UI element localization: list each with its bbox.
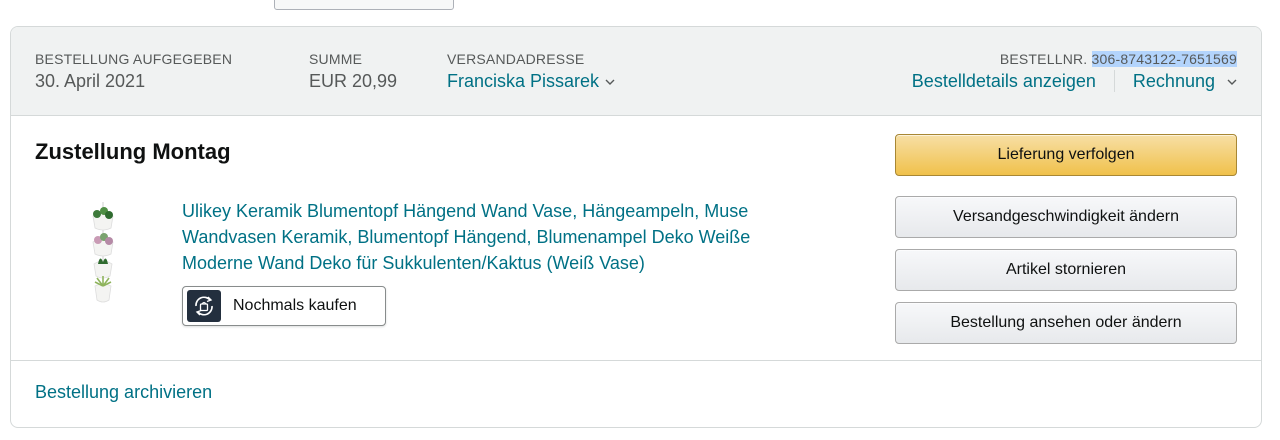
order-placed: BESTELLUNG AUFGEGEBEN 30. April 2021 — [35, 49, 232, 93]
order-number-block: BESTELLNR. 306-8743122-7651569 Bestellde… — [912, 49, 1237, 93]
ship-to: VERSANDADRESSE Franciska Pissarek — [447, 49, 615, 93]
chevron-down-icon — [605, 79, 615, 86]
order-placed-date: 30. April 2021 — [35, 71, 146, 91]
order-number: BESTELLNR. 306-8743122-7651569 — [912, 49, 1237, 69]
order-total-value: EUR 20,99 — [309, 71, 398, 91]
shipment-body: Zustellung Montag Ulikey Keramik Blument… — [11, 116, 1261, 361]
invoice-link[interactable]: Rechnung — [1133, 69, 1237, 93]
order-total-label: SUMME — [309, 51, 363, 67]
track-package-button[interactable]: Lieferung verfolgen — [895, 134, 1237, 176]
ship-to-name: Franciska Pissarek — [447, 71, 600, 91]
buy-again-button[interactable]: Nochmals kaufen — [182, 286, 386, 326]
order-total: SUMME EUR 20,99 — [309, 49, 397, 93]
order-details-link[interactable]: Bestelldetails anzeigen — [912, 69, 1096, 93]
product-title-link[interactable]: Ulikey Keramik Blumentopf Hängend Wand V… — [182, 198, 822, 276]
ship-to-label: VERSANDADRESSE — [447, 51, 585, 67]
ship-to-link[interactable]: Franciska Pissarek — [447, 69, 615, 93]
top-button-stub[interactable] — [274, 0, 454, 10]
product-image[interactable] — [71, 202, 135, 324]
cancel-item-button[interactable]: Artikel stornieren — [895, 249, 1237, 291]
chevron-down-icon — [1227, 79, 1237, 86]
shipment-actions: Lieferung verfolgen Versandgeschwindigke… — [895, 134, 1237, 355]
order-header-links: Bestelldetails anzeigen Rechnung — [912, 69, 1237, 93]
order-header: BESTELLUNG AUFGEGEBEN 30. April 2021 SUM… — [11, 27, 1261, 116]
view-edit-order-button[interactable]: Bestellung ansehen oder ändern — [895, 302, 1237, 344]
buy-again-icon — [187, 290, 221, 322]
order-card: BESTELLUNG AUFGEGEBEN 30. April 2021 SUM… — [10, 26, 1262, 428]
delivery-status: Zustellung Montag — [35, 139, 231, 164]
buy-again-label: Nochmals kaufen — [233, 297, 357, 314]
change-shipping-speed-button[interactable]: Versandgeschwindigkeit ändern — [895, 196, 1237, 238]
order-number-value: 306-8743122-7651569 — [1091, 51, 1237, 67]
invoice-label: Rechnung — [1132, 71, 1215, 91]
archive-order-link[interactable]: Bestellung archivieren — [35, 382, 212, 403]
order-number-label: BESTELLNR. — [999, 51, 1088, 67]
order-placed-label: BESTELLUNG AUFGEGEBEN — [35, 51, 233, 67]
link-divider — [1113, 70, 1115, 92]
